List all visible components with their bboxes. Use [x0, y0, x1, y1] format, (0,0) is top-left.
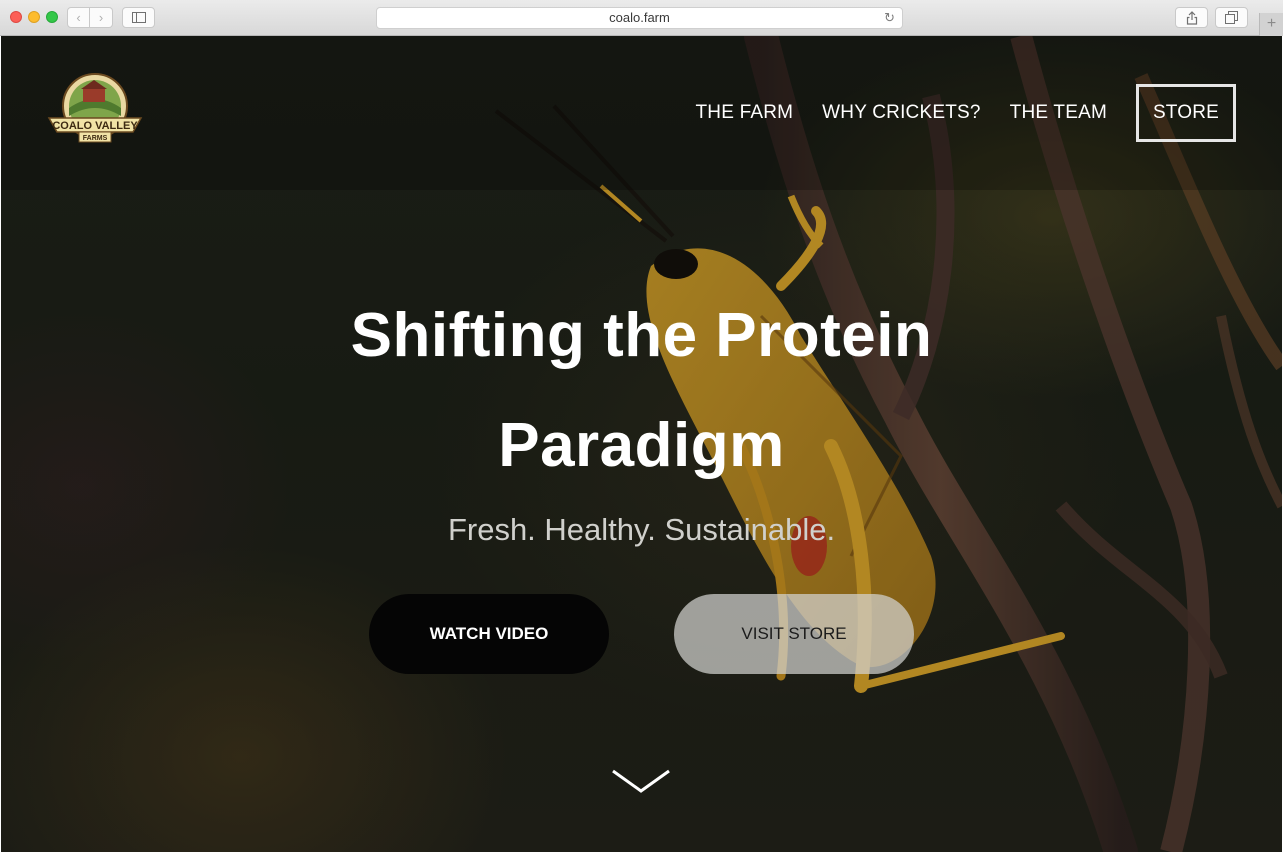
main-navigation: THE FARM WHY CRICKETS? THE TEAM STORE — [667, 84, 1236, 142]
sidebar-toggle-button[interactable] — [122, 7, 155, 28]
address-bar[interactable]: coalo.farm ↻ — [376, 7, 903, 29]
hero-headline-line-1: Shifting the Protein — [350, 301, 933, 370]
coalo-valley-farms-logo[interactable]: COALO VALLEY FARMS — [45, 70, 145, 150]
reload-icon[interactable]: ↻ — [884, 11, 895, 25]
chevron-right-icon: › — [98, 10, 104, 25]
nav-the-team[interactable]: THE TEAM — [1010, 102, 1107, 124]
nav-the-farm[interactable]: THE FARM — [696, 102, 794, 124]
hero-tagline: Fresh. Healthy. Sustainable. — [447, 512, 836, 547]
new-tab-button[interactable]: + — [1259, 13, 1283, 36]
nav-store-button[interactable]: STORE — [1136, 84, 1236, 142]
browser-toolbar: ‹ › coalo.farm ↻ + — [0, 0, 1283, 36]
back-button[interactable]: ‹ — [67, 7, 90, 28]
share-button[interactable] — [1175, 7, 1208, 28]
web-page: COALO VALLEY FARMS THE FARM WHY CRICKETS… — [1, 36, 1282, 852]
svg-text:COALO VALLEY: COALO VALLEY — [52, 120, 138, 132]
plus-icon: + — [1266, 15, 1277, 32]
nav-why-crickets[interactable]: WHY CRICKETS? — [822, 102, 981, 124]
svg-text:FARMS: FARMS — [83, 135, 108, 142]
maximize-window-button[interactable] — [46, 11, 58, 23]
close-window-button[interactable] — [10, 11, 22, 23]
tabs-icon — [1225, 11, 1238, 24]
show-tabs-button[interactable] — [1215, 7, 1248, 28]
watch-video-button[interactable]: WATCH VIDEO — [369, 594, 609, 674]
chevron-down-icon[interactable] — [611, 769, 671, 795]
chevron-left-icon: ‹ — [76, 10, 81, 25]
url-text: coalo.farm — [609, 10, 670, 25]
share-icon — [1186, 11, 1197, 25]
sidebar-icon — [131, 12, 146, 23]
hero-headline-line-2: Paradigm — [498, 411, 785, 480]
forward-button[interactable]: › — [90, 7, 113, 28]
visit-store-button[interactable]: VISIT STORE — [674, 594, 914, 674]
minimize-window-button[interactable] — [28, 11, 40, 23]
